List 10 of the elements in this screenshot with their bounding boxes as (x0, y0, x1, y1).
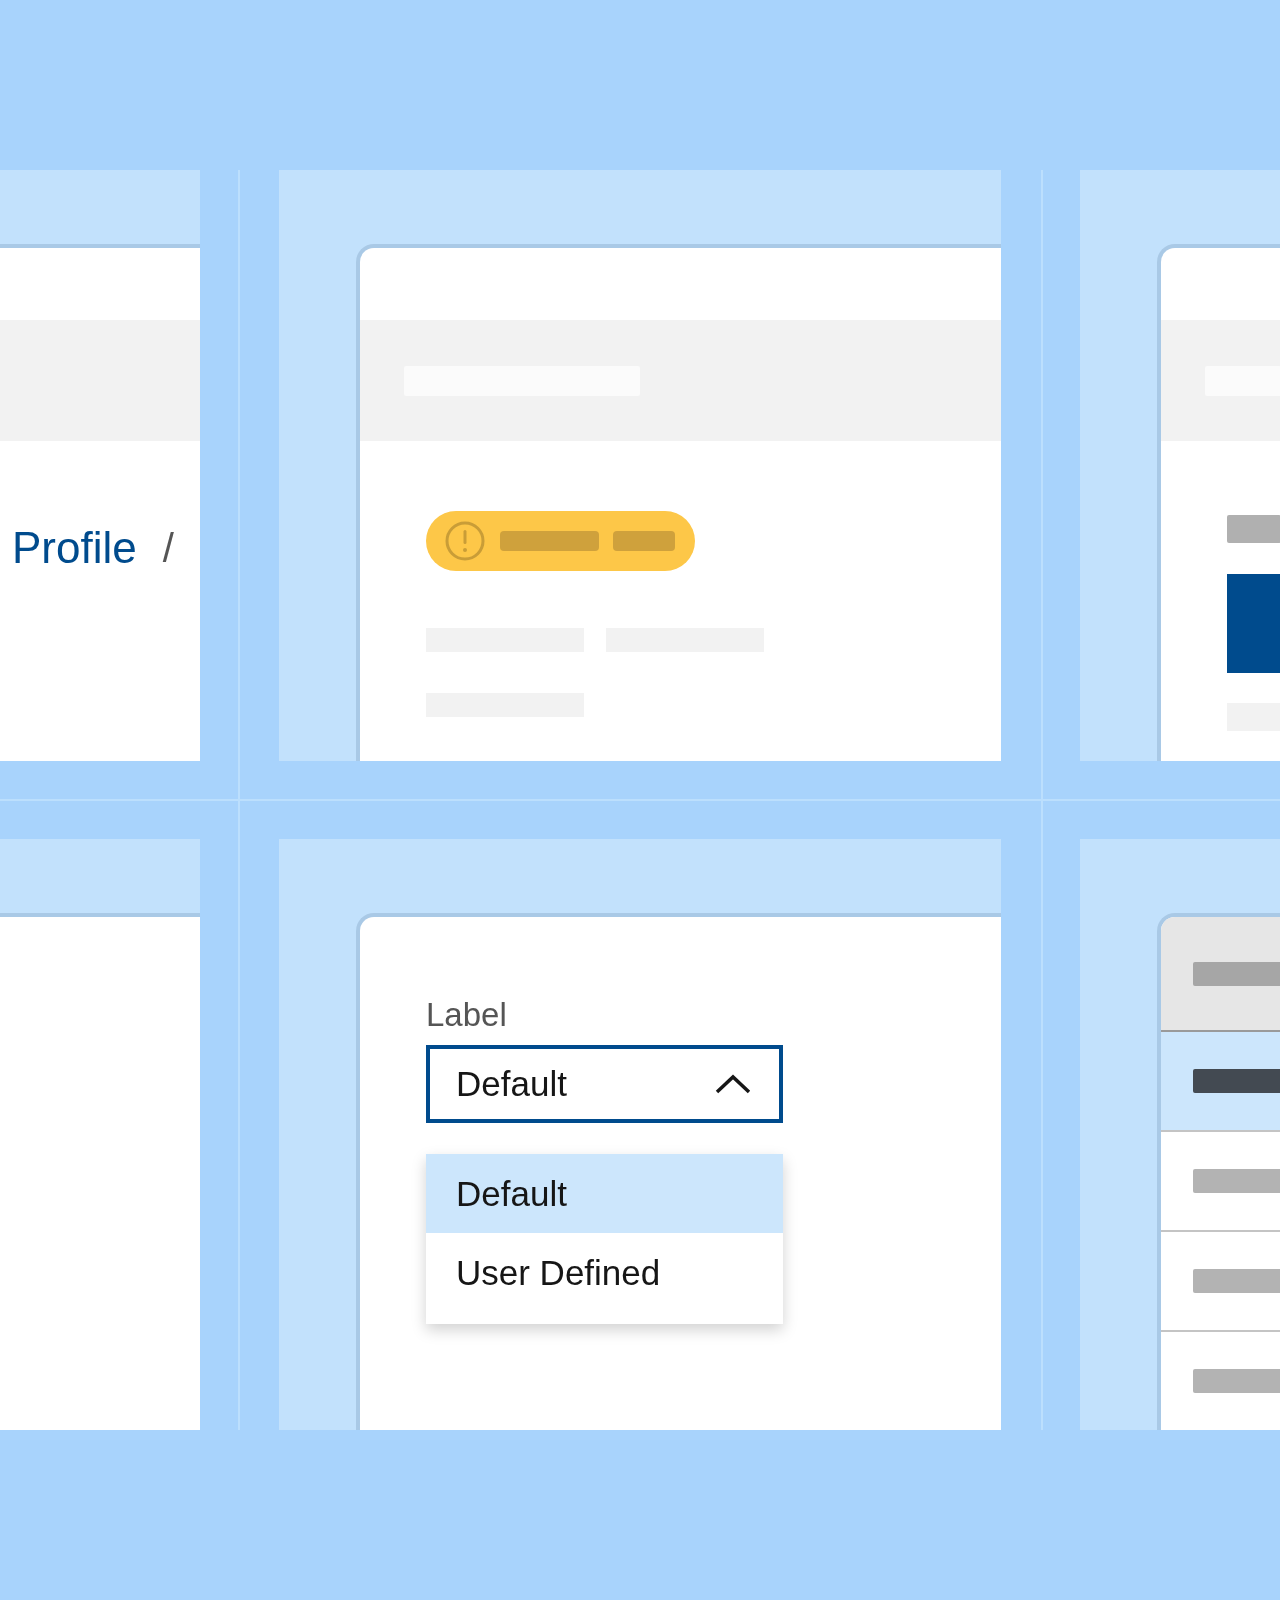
list-row[interactable] (1161, 1032, 1280, 1132)
dropdown-option[interactable]: Default (426, 1154, 783, 1233)
breadcrumb-link[interactable]: Profile (12, 523, 137, 573)
warning-icon (444, 520, 486, 562)
field-label: Label (426, 995, 507, 1035)
breadcrumb-separator: / (162, 525, 174, 571)
dropdown-field[interactable]: Default (426, 1045, 783, 1123)
skeleton-bar (1227, 515, 1280, 543)
skeleton-bar (613, 531, 675, 551)
dropdown-option[interactable]: User Defined (426, 1233, 783, 1312)
